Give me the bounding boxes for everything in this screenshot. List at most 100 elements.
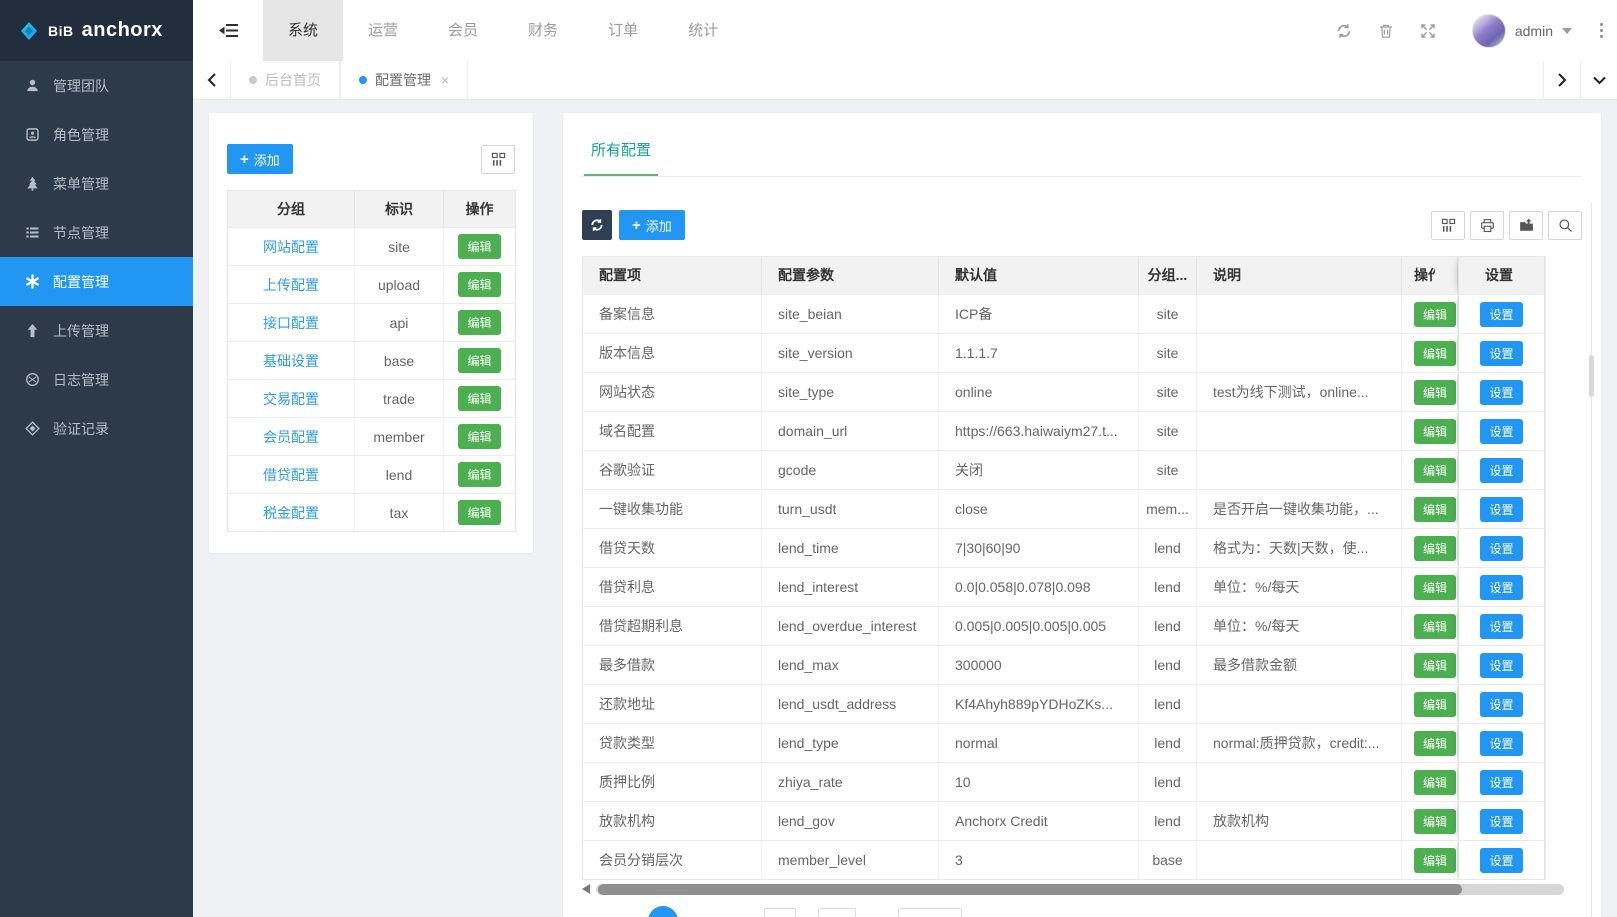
more-dots-icon[interactable] bbox=[1600, 23, 1603, 38]
cell-config-item: 还款地址 bbox=[583, 685, 762, 723]
log-circle-icon bbox=[25, 372, 40, 387]
group-link[interactable]: 税金配置 bbox=[228, 494, 355, 531]
edit-button[interactable]: 编辑 bbox=[1414, 653, 1456, 678]
edit-group-button[interactable]: 编辑 bbox=[458, 348, 500, 373]
page-next-button[interactable] bbox=[764, 908, 796, 917]
trash-icon[interactable] bbox=[1378, 23, 1394, 39]
sidebar-item-node[interactable]: 节点管理 bbox=[0, 208, 193, 257]
nav-item-member[interactable]: 会员 bbox=[423, 0, 503, 61]
sidebar-menu: 管理团队 角色管理 菜单管理 节点管理 配置管理 上传管理 bbox=[0, 61, 193, 453]
scrollbar-thumb[interactable] bbox=[598, 884, 1462, 895]
columns-toggle-button[interactable] bbox=[481, 145, 515, 174]
columns-icon bbox=[491, 152, 506, 167]
search-button[interactable] bbox=[1548, 211, 1582, 240]
edit-button[interactable]: 编辑 bbox=[1414, 848, 1456, 873]
edit-button[interactable]: 编辑 bbox=[1414, 302, 1456, 327]
edit-button[interactable]: 编辑 bbox=[1414, 419, 1456, 444]
page-size-select[interactable] bbox=[898, 908, 962, 917]
tab-all-configs[interactable]: 所有配置 bbox=[584, 139, 658, 176]
group-row: 会员配置 member 编辑 bbox=[228, 417, 515, 455]
set-button[interactable]: 设置 bbox=[1480, 692, 1522, 717]
tab-home[interactable]: 后台首页 bbox=[230, 61, 340, 99]
edit-group-button[interactable]: 编辑 bbox=[458, 386, 500, 411]
sidebar-item-admin-team[interactable]: 管理团队 bbox=[0, 61, 193, 110]
sidebar-item-verify[interactable]: 验证记录 bbox=[0, 404, 193, 453]
refresh-table-button[interactable] bbox=[582, 210, 612, 240]
nav-item-order[interactable]: 订单 bbox=[583, 0, 663, 61]
export-button[interactable] bbox=[1509, 211, 1543, 240]
edit-group-button[interactable]: 编辑 bbox=[458, 234, 500, 259]
fullscreen-icon[interactable] bbox=[1420, 23, 1436, 39]
sidebar-item-log[interactable]: 日志管理 bbox=[0, 355, 193, 404]
tab-config[interactable]: 配置管理 bbox=[340, 61, 468, 99]
group-link[interactable]: 上传配置 bbox=[228, 266, 355, 303]
edit-group-button[interactable]: 编辑 bbox=[458, 462, 500, 487]
cell-group: lend bbox=[1139, 724, 1197, 762]
set-button[interactable]: 设置 bbox=[1480, 575, 1522, 600]
edit-group-button[interactable]: 编辑 bbox=[458, 424, 500, 449]
tabs-scroll-left-icon[interactable] bbox=[193, 61, 230, 99]
cell-group: site bbox=[1139, 373, 1197, 411]
set-button[interactable]: 设置 bbox=[1480, 731, 1522, 756]
edit-button[interactable]: 编辑 bbox=[1414, 731, 1456, 756]
user-menu[interactable]: admin bbox=[1472, 14, 1572, 48]
cell-config-param: lend_type bbox=[762, 724, 939, 762]
config-panel: 所有配置 添加 bbox=[563, 113, 1601, 917]
columns-toggle-button[interactable] bbox=[1431, 211, 1465, 240]
refresh-icon[interactable] bbox=[1336, 23, 1352, 39]
horizontal-scrollbar[interactable] bbox=[582, 883, 1564, 896]
edit-button[interactable]: 编辑 bbox=[1414, 692, 1456, 717]
nav-item-finance[interactable]: 财务 bbox=[503, 0, 583, 61]
nav-item-system[interactable]: 系统 bbox=[263, 0, 343, 61]
edit-button[interactable]: 编辑 bbox=[1414, 341, 1456, 366]
group-link[interactable]: 接口配置 bbox=[228, 304, 355, 341]
sidebar-item-menu[interactable]: 菜单管理 bbox=[0, 159, 193, 208]
group-link[interactable]: 会员配置 bbox=[228, 418, 355, 455]
page-jump-input[interactable] bbox=[818, 908, 856, 917]
page-current[interactable]: 1 bbox=[648, 906, 678, 917]
avatar[interactable] bbox=[1472, 14, 1506, 48]
nav-item-operation[interactable]: 运营 bbox=[343, 0, 423, 61]
edit-button[interactable]: 编辑 bbox=[1414, 536, 1456, 561]
set-button[interactable]: 设置 bbox=[1480, 848, 1522, 873]
tabs-menu-icon[interactable] bbox=[1580, 61, 1617, 99]
set-button[interactable]: 设置 bbox=[1480, 419, 1522, 444]
add-group-button[interactable]: 添加 bbox=[227, 144, 293, 174]
edit-button[interactable]: 编辑 bbox=[1414, 575, 1456, 600]
set-button[interactable]: 设置 bbox=[1480, 302, 1522, 327]
close-icon[interactable] bbox=[441, 72, 449, 88]
add-config-button[interactable]: 添加 bbox=[619, 210, 685, 240]
set-button[interactable]: 设置 bbox=[1480, 536, 1522, 561]
tabs-scroll-right-icon[interactable] bbox=[1543, 61, 1580, 99]
sidebar-item-config[interactable]: 配置管理 bbox=[0, 257, 193, 306]
nav-item-stats[interactable]: 统计 bbox=[663, 0, 743, 61]
group-link[interactable]: 交易配置 bbox=[228, 380, 355, 417]
set-button[interactable]: 设置 bbox=[1480, 341, 1522, 366]
group-link[interactable]: 基础设置 bbox=[228, 342, 355, 379]
print-button[interactable] bbox=[1470, 211, 1504, 240]
set-button[interactable]: 设置 bbox=[1480, 497, 1522, 522]
edit-group-button[interactable]: 编辑 bbox=[458, 272, 500, 297]
set-button[interactable]: 设置 bbox=[1480, 380, 1522, 405]
scroll-left-icon[interactable] bbox=[582, 884, 590, 894]
edit-button[interactable]: 编辑 bbox=[1414, 770, 1456, 795]
group-link[interactable]: 网站配置 bbox=[228, 228, 355, 265]
edit-button[interactable]: 编辑 bbox=[1414, 614, 1456, 639]
set-button[interactable]: 设置 bbox=[1480, 614, 1522, 639]
edit-button[interactable]: 编辑 bbox=[1414, 809, 1456, 834]
cell-description bbox=[1197, 334, 1402, 372]
set-button[interactable]: 设置 bbox=[1480, 653, 1522, 678]
sidebar-item-role[interactable]: 角色管理 bbox=[0, 110, 193, 159]
set-button[interactable]: 设置 bbox=[1480, 809, 1522, 834]
group-link[interactable]: 借贷配置 bbox=[228, 456, 355, 493]
set-button[interactable]: 设置 bbox=[1480, 458, 1522, 483]
edit-button[interactable]: 编辑 bbox=[1414, 380, 1456, 405]
sidebar-item-upload[interactable]: 上传管理 bbox=[0, 306, 193, 355]
vertical-scrollbar-thumb[interactable] bbox=[1589, 355, 1594, 397]
sidebar-collapse-icon[interactable] bbox=[193, 0, 263, 61]
edit-button[interactable]: 编辑 bbox=[1414, 458, 1456, 483]
edit-group-button[interactable]: 编辑 bbox=[458, 500, 500, 525]
edit-button[interactable]: 编辑 bbox=[1414, 497, 1456, 522]
edit-group-button[interactable]: 编辑 bbox=[458, 310, 500, 335]
set-button[interactable]: 设置 bbox=[1480, 770, 1522, 795]
